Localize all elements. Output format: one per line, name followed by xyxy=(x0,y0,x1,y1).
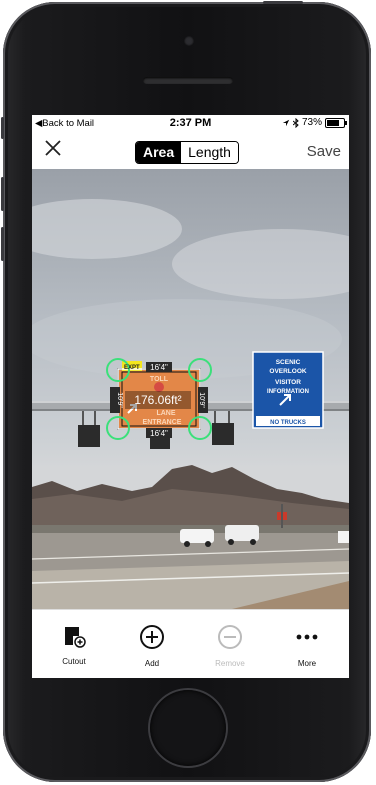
more-button[interactable]: More xyxy=(277,624,337,668)
area-measurement: 176.06ft² xyxy=(134,393,181,407)
guide-sign-line1: SCENIC xyxy=(276,359,301,366)
mode-segmented-control: Area Length xyxy=(135,141,239,164)
bluetooth-icon xyxy=(292,117,299,128)
cutout-label: Cutout xyxy=(62,657,86,666)
photo-scene: EXPT TOLL LANE ENTRANCE 176.06ft² 16'4" … xyxy=(32,199,349,609)
toll-sign-tag: EXPT xyxy=(124,365,140,371)
remove-button[interactable]: Remove xyxy=(200,624,260,668)
volume-up-button xyxy=(1,177,4,211)
remove-label: Remove xyxy=(215,659,245,668)
segment-length[interactable]: Length xyxy=(181,142,238,163)
nav-bar: Area Length Save xyxy=(32,131,349,169)
status-bar: ◀Back to Mail 2:37 PM 73% xyxy=(32,115,349,131)
guide-sign-line2: OVERLOOK xyxy=(269,368,307,375)
front-camera xyxy=(184,36,194,46)
add-circle-icon xyxy=(140,625,164,649)
photo-canvas[interactable]: EXPT TOLL LANE ENTRANCE 176.06ft² 16'4" … xyxy=(32,169,349,609)
add-button[interactable]: Add xyxy=(122,624,182,668)
screen: ◀Back to Mail 2:37 PM 73% Area Length Sa… xyxy=(32,115,349,678)
guide-sign-line4: INFORMATION xyxy=(267,389,309,395)
bottom-toolbar: Cutout Add Remove More xyxy=(32,609,349,678)
save-button[interactable]: Save xyxy=(307,143,341,160)
more-label: More xyxy=(297,659,317,668)
cutout-button[interactable]: Cutout xyxy=(44,624,104,666)
battery-icon xyxy=(325,117,347,128)
location-arrow-icon xyxy=(282,119,290,126)
toll-sign-line3: ENTRANCE xyxy=(143,419,182,426)
earpiece xyxy=(143,77,233,84)
more-icon xyxy=(296,634,318,640)
dim-bottom: 16'4" xyxy=(150,429,168,438)
add-label: Add xyxy=(144,659,160,668)
cutout-icon xyxy=(65,627,86,648)
dim-right: 10'9" xyxy=(198,392,205,408)
toll-sign-line1: TOLL xyxy=(150,376,169,383)
guide-sign-line5: NO TRUCKS xyxy=(270,420,306,426)
close-icon[interactable] xyxy=(44,139,62,157)
toll-sign-line2: LANE xyxy=(156,410,175,417)
dim-left: 10'9" xyxy=(116,392,123,408)
guide-sign-line3: VISITOR xyxy=(275,379,301,386)
mute-switch xyxy=(1,117,4,139)
battery-percent: 73% xyxy=(301,117,322,128)
remove-circle-icon xyxy=(218,625,242,649)
volume-down-button xyxy=(1,227,4,261)
dim-top: 16'4" xyxy=(150,363,168,372)
status-right: 73% xyxy=(282,117,347,128)
power-button xyxy=(263,1,303,4)
home-button[interactable] xyxy=(150,690,226,766)
segment-area[interactable]: Area xyxy=(136,142,182,163)
